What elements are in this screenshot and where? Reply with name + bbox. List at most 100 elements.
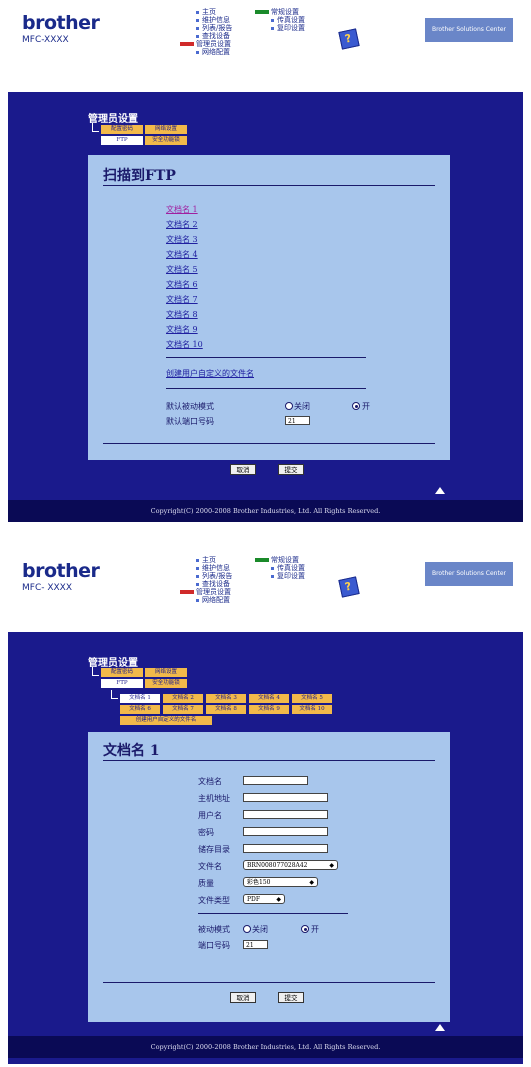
- nav-item-general-setup[interactable]: 常规设置: [271, 8, 299, 16]
- host-address-input[interactable]: [243, 793, 328, 802]
- file-tab-8[interactable]: 文档名 8: [206, 705, 246, 714]
- file-link-1[interactable]: 文档名 1: [166, 204, 198, 215]
- file-link-3[interactable]: 文档名 3: [166, 234, 198, 245]
- nav-item-lists-reports[interactable]: 列表/报告: [202, 572, 232, 580]
- doc-name-input[interactable]: [243, 776, 308, 785]
- file-link-5[interactable]: 文档名 5: [166, 264, 198, 275]
- quality-select[interactable]: 彩色150 ◆: [243, 877, 318, 887]
- green-arrow-icon: [255, 10, 269, 14]
- file-tab-2[interactable]: 文档名 2: [163, 694, 203, 703]
- brother-solutions-center-button[interactable]: Brother Solutions Center: [425, 18, 513, 42]
- nav-item-copy-setup[interactable]: 复印设置: [277, 24, 305, 32]
- tab-config-password[interactable]: 配置密码: [101, 668, 143, 677]
- file-link-8[interactable]: 文档名 8: [166, 309, 198, 320]
- scroll-up-icon[interactable]: [435, 1024, 445, 1031]
- file-tab-3[interactable]: 文档名 3: [206, 694, 246, 703]
- nav-item-home[interactable]: 主页: [202, 8, 216, 16]
- breadcrumb-line: [92, 123, 99, 132]
- nav-item-home[interactable]: 主页: [202, 556, 216, 564]
- nav-item-find-device[interactable]: 查找设备: [202, 580, 230, 588]
- username-input[interactable]: [243, 810, 328, 819]
- screenshot-filename-settings: brother MFC- XXXX 主页 维护信息 列表/报告 查找设备 管理员…: [0, 548, 531, 1067]
- password-input[interactable]: [243, 827, 328, 836]
- tab-network-settings[interactable]: 网络设置: [145, 668, 187, 677]
- bullet-icon: [271, 26, 274, 30]
- panel-title: 扫描到FTP: [103, 168, 176, 184]
- file-link-10[interactable]: 文档名 10: [166, 339, 203, 350]
- passive-on-label: 开: [311, 925, 319, 934]
- help-icon[interactable]: [338, 576, 360, 598]
- file-tab-10[interactable]: 文档名 10: [292, 705, 332, 714]
- file-link-6[interactable]: 文档名 6: [166, 279, 198, 290]
- nav-item-lists-reports[interactable]: 列表/报告: [202, 24, 232, 32]
- submit-button[interactable]: 提交: [278, 992, 304, 1003]
- divider: [198, 913, 348, 914]
- nav-item-fax-setup[interactable]: 传真设置: [277, 564, 305, 572]
- divider: [166, 357, 366, 358]
- tab-ftp[interactable]: FTP: [101, 136, 143, 145]
- quality-label: 质量: [198, 879, 214, 888]
- file-link-9[interactable]: 文档名 9: [166, 324, 198, 335]
- nav-item-admin-settings[interactable]: 管理员设置: [196, 40, 231, 48]
- tab-config-password[interactable]: 配置密码: [101, 125, 143, 134]
- passive-on-radio[interactable]: [301, 925, 309, 933]
- passive-mode-label: 被动模式: [198, 925, 230, 934]
- tab-security-function-lock[interactable]: 安全功能锁: [145, 136, 187, 145]
- port-input[interactable]: 21: [243, 940, 268, 949]
- bullet-icon: [196, 50, 199, 54]
- nav-item-general-setup[interactable]: 常规设置: [271, 556, 299, 564]
- file-tab-9[interactable]: 文档名 9: [249, 705, 289, 714]
- tab-network-settings[interactable]: 网络设置: [145, 125, 187, 134]
- tab-security-function-lock[interactable]: 安全功能锁: [145, 679, 187, 688]
- tab-ftp[interactable]: FTP: [101, 679, 143, 688]
- submit-button[interactable]: 提交: [278, 464, 304, 475]
- passive-off-radio[interactable]: [285, 402, 293, 410]
- file-tab-1[interactable]: 文档名 1: [120, 694, 160, 703]
- file-tab-6[interactable]: 文档名 6: [120, 705, 160, 714]
- filename-select[interactable]: BRN008077028A42 ◆: [243, 860, 338, 870]
- passive-off-radio[interactable]: [243, 925, 251, 933]
- cancel-button[interactable]: 取消: [230, 992, 256, 1003]
- field-label-doc-name: 文档名: [198, 777, 222, 786]
- brother-solutions-center-button[interactable]: Brother Solutions Center: [425, 562, 513, 586]
- passive-off-label: 关闭: [294, 402, 310, 411]
- nav-right: 常规设置 传真设置 复印设置: [255, 556, 305, 580]
- scan-to-ftp-panel: 扫描到FTP 文档名 1 文档名 2 文档名 3 文档名 4 文档名 5 文档名…: [88, 155, 450, 460]
- scroll-up-icon[interactable]: [435, 487, 445, 494]
- filetype-label: 文件类型: [198, 896, 230, 905]
- nav-item-network-config[interactable]: 网络配置: [202, 596, 230, 604]
- bullet-icon: [196, 34, 199, 38]
- file-link-4[interactable]: 文档名 4: [166, 249, 198, 260]
- file-link-7[interactable]: 文档名 7: [166, 294, 198, 305]
- filetype-select-value: PDF: [247, 896, 261, 903]
- file-tab-5[interactable]: 文档名 5: [292, 694, 332, 703]
- create-custom-filename-link[interactable]: 创建用户自定义的文件名: [166, 368, 254, 379]
- brother-logo: brother: [22, 560, 100, 582]
- store-directory-input[interactable]: [243, 844, 328, 853]
- nav-item-find-device[interactable]: 查找设备: [202, 32, 230, 40]
- bullet-icon: [196, 26, 199, 30]
- file-tab-4[interactable]: 文档名 4: [249, 694, 289, 703]
- bottom-divider: [103, 443, 435, 444]
- bullet-icon: [271, 18, 274, 22]
- nav-item-copy-setup[interactable]: 复印设置: [277, 572, 305, 580]
- filename-settings-panel: 文档名 1 文档名 主机地址 用户名 密码 储存目录 文件名 BRN008077…: [88, 732, 450, 1022]
- nav-item-fax-setup[interactable]: 传真设置: [277, 16, 305, 24]
- nav-item-maintenance[interactable]: 维护信息: [202, 16, 230, 24]
- cancel-button[interactable]: 取消: [230, 464, 256, 475]
- port-input[interactable]: 21: [285, 416, 310, 425]
- chevron-updown-icon: ◆: [276, 896, 281, 903]
- passive-on-radio[interactable]: [352, 402, 360, 410]
- nav-item-admin-settings[interactable]: 管理员设置: [196, 588, 231, 596]
- divider: [166, 388, 366, 389]
- file-tab-custom[interactable]: 创建用户自定义的文件名: [120, 716, 212, 725]
- nav-item-network-config[interactable]: 网络配置: [202, 48, 230, 56]
- nav-left: 主页 维护信息 列表/报告 查找设备 管理员设置 网络配置: [180, 556, 232, 604]
- filetype-select[interactable]: PDF ◆: [243, 894, 285, 904]
- bullet-icon: [196, 574, 199, 578]
- filename-select-value: BRN008077028A42: [247, 862, 308, 869]
- file-tab-7[interactable]: 文档名 7: [163, 705, 203, 714]
- help-icon[interactable]: [338, 28, 360, 50]
- file-link-2[interactable]: 文档名 2: [166, 219, 198, 230]
- nav-item-maintenance[interactable]: 维护信息: [202, 564, 230, 572]
